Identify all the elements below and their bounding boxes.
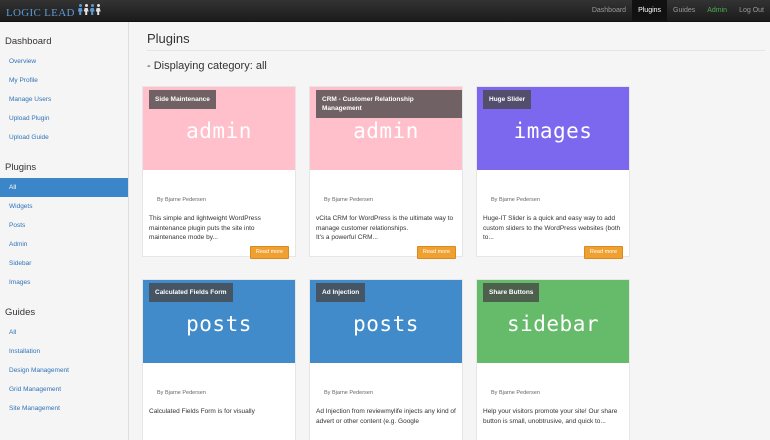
plugin-description: Calculated Fields Form is for visually [149, 408, 255, 415]
sidebar-item-guides-site-management[interactable]: Site Management [0, 399, 128, 418]
logo-text: LOGIC LEAD [6, 7, 75, 19]
plugin-name-tag[interactable]: Huge Slider [483, 90, 532, 109]
plugin-card[interactable]: admin CRM - Customer Relationship Managem… [309, 86, 463, 259]
plugin-card[interactable]: sidebar Share Buttons By Bjarne Pedersen He… [476, 279, 630, 440]
plugin-card[interactable]: posts Calculated Fields Form By Bjarne Ped… [142, 279, 296, 440]
main-nav: Dashboard Plugins Guides Admin Log Out [586, 0, 770, 22]
plugin-description: This simple and lightweight WordPress ma… [149, 215, 261, 241]
top-navbar: LOGIC LEAD DESIGN DashboardPluginsGuides… [0, 0, 770, 26]
sidebar: Dashboard Overview My Profile Manage Users U… [0, 22, 129, 440]
plugin-author: By Bjarne Pedersen [324, 390, 373, 396]
read-more-button[interactable]: Read more [250, 246, 289, 259]
nav-plugins[interactable]: Plugins [632, 0, 668, 22]
plugin-description: Ad Injection from reviewmylife injects a… [316, 408, 456, 425]
thumbnail-category-label: posts [186, 311, 252, 336]
thumbnail-category-label: posts [353, 311, 419, 336]
sidebar-item-guides-grid-management[interactable]: Grid Management [0, 380, 128, 399]
plugin-description: Help your visitors promote your site! Ou… [483, 408, 618, 425]
nav-log-out[interactable]: Log Out [733, 0, 770, 22]
nav-dashboard[interactable]: Dashboard [586, 0, 632, 22]
plugin-name-tag[interactable]: Side Maintenance [149, 90, 216, 109]
read-more-button[interactable]: Read more [417, 246, 456, 259]
logo-people-icon [78, 4, 101, 16]
sidebar-item-plugins-posts[interactable]: Posts [0, 216, 128, 235]
plugin-name-tag[interactable]: Calculated Fields Form [149, 283, 233, 302]
plugin-description: Huge-IT Slider is a quick and easy way t… [483, 215, 621, 241]
title-divider [147, 50, 765, 51]
plugin-author: By Bjarne Pedersen [491, 390, 540, 396]
thumbnail-category-label: admin [186, 118, 252, 143]
sidebar-item-guides-design-management[interactable]: Design Management [0, 361, 128, 380]
site-logo[interactable]: LOGIC LEAD DESIGN [6, 3, 101, 26]
sidebar-item-plugins-images[interactable]: Images [0, 273, 128, 292]
thumbnail-category-label: sidebar [506, 311, 599, 336]
thumbnail-category-label: images [513, 118, 593, 143]
sidebar-item-plugins-sidebar[interactable]: Sidebar [0, 254, 128, 273]
sidebar-item-dashboard-my-profile[interactable]: My Profile [0, 71, 128, 90]
sidebar-item-guides-installation[interactable]: Installation [0, 342, 128, 361]
plugin-author: By Bjarne Pedersen [491, 197, 540, 203]
plugin-description: vCita CRM for WordPress is the ultimate … [316, 215, 454, 241]
nav-admin[interactable]: Admin [701, 0, 733, 22]
sidebar-heading-dashboard: Dashboard [5, 36, 52, 47]
sidebar-item-plugins-admin[interactable]: Admin [0, 235, 128, 254]
sidebar-heading-guides: Guides [5, 307, 36, 318]
thumbnail-category-label: admin [353, 118, 419, 143]
plugin-card[interactable]: posts Ad Injection By Bjarne Pedersen Ad In… [309, 279, 463, 440]
sidebar-item-guides-all[interactable]: All [0, 323, 128, 342]
category-subtitle: - Displaying category: all [147, 60, 267, 72]
sidebar-item-dashboard-overview[interactable]: Overview [0, 52, 128, 71]
sidebar-heading-plugins: Plugins [5, 162, 37, 173]
plugin-name-tag[interactable]: CRM - Customer Relationship Management [316, 90, 462, 118]
plugin-card[interactable]: images Huge Slider By Bjarne Pedersen Huge-… [476, 86, 630, 259]
read-more-button[interactable]: Read more [584, 246, 623, 259]
sidebar-item-dashboard-upload-plugin[interactable]: Upload Plugin [0, 109, 128, 128]
plugin-author: By Bjarne Pedersen [324, 197, 373, 203]
plugin-card[interactable]: admin Side Maintenance By Bjarne Pedersen T… [142, 86, 296, 259]
sidebar-item-dashboard-upload-guide[interactable]: Upload Guide [0, 128, 128, 147]
nav-guides[interactable]: Guides [667, 0, 701, 22]
sidebar-item-dashboard-manage-users[interactable]: Manage Users [0, 90, 128, 109]
page-title: Plugins [147, 31, 190, 46]
sidebar-item-plugins-all[interactable]: All [0, 178, 128, 197]
plugin-name-tag[interactable]: Ad Injection [316, 283, 366, 302]
sidebar-item-plugins-widgets[interactable]: Widgets [0, 197, 128, 216]
main-content: Plugins - Displaying category: all admin… [130, 22, 770, 440]
plugin-author: By Bjarne Pedersen [157, 390, 206, 396]
plugin-name-tag[interactable]: Share Buttons [483, 283, 540, 302]
plugin-author: By Bjarne Pedersen [157, 197, 206, 203]
